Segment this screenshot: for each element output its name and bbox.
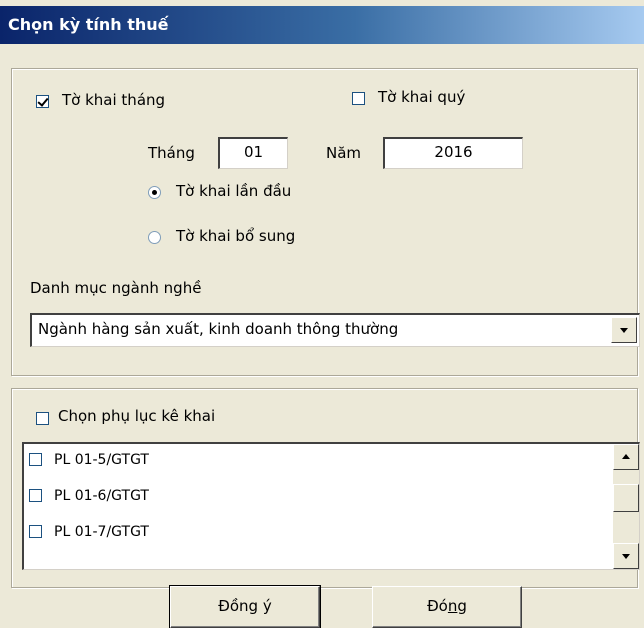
appendix-label[interactable]: Chọn phụ lục kê khai	[58, 407, 215, 425]
industry-dropdown-button[interactable]	[611, 317, 637, 343]
list-item-checkbox[interactable]	[29, 453, 42, 466]
appendix-checkbox[interactable]	[36, 412, 49, 425]
list-item-checkbox[interactable]	[29, 525, 42, 538]
monthly-label[interactable]: Tờ khai tháng	[62, 91, 165, 109]
window-title: Chọn kỳ tính thuế	[8, 15, 169, 34]
list-item[interactable]: PL 01-7/GTGT	[24, 520, 639, 546]
industry-selected: Ngành hàng sản xuất, kinh doanh thông th…	[38, 320, 399, 338]
supplement-radio[interactable]	[148, 231, 161, 244]
arrow-down-icon	[622, 554, 630, 559]
list-item-label: PL 01-5/GTGT	[54, 452, 149, 468]
dialog-window: Chọn kỳ tính thuế Tờ khai tháng Tờ khai …	[0, 0, 644, 628]
list-item-label: PL 01-6/GTGT	[54, 488, 149, 504]
month-input[interactable]: 01	[218, 137, 288, 169]
initial-radio[interactable]	[148, 186, 161, 199]
appendix-list[interactable]: PL 01-5/GTGT PL 01-6/GTGT PL 01-7/GTGT	[22, 442, 640, 570]
quarterly-label[interactable]: Tờ khai quý	[378, 88, 465, 106]
scroll-thumb[interactable]	[613, 484, 639, 512]
list-item[interactable]: PL 01-5/GTGT	[24, 448, 639, 474]
month-label: Tháng	[148, 144, 195, 162]
list-item-checkbox[interactable]	[29, 489, 42, 502]
title-bar[interactable]: Chọn kỳ tính thuế	[0, 6, 644, 44]
initial-label[interactable]: Tờ khai lần đầu	[176, 182, 291, 200]
scroll-down-button[interactable]	[613, 543, 639, 569]
close-button[interactable]: Đóng	[372, 586, 522, 628]
quarterly-checkbox[interactable]	[352, 92, 365, 105]
industry-dropdown[interactable]: Ngành hàng sản xuất, kinh doanh thông th…	[30, 313, 640, 347]
ok-button[interactable]: Đồng ý	[169, 585, 321, 628]
chevron-down-icon	[620, 328, 628, 333]
year-input[interactable]: 2016	[383, 137, 523, 169]
supplement-label[interactable]: Tờ khai bổ sung	[176, 227, 295, 245]
arrow-up-icon	[622, 454, 630, 459]
vertical-scrollbar[interactable]	[613, 444, 639, 569]
list-item[interactable]: PL 01-6/GTGT	[24, 484, 639, 510]
industry-label: Danh mục ngành nghề	[30, 279, 202, 297]
list-item-label: PL 01-7/GTGT	[54, 524, 149, 540]
scroll-up-button[interactable]	[613, 444, 639, 470]
year-label: Năm	[326, 144, 362, 162]
monthly-checkbox[interactable]	[36, 95, 49, 108]
